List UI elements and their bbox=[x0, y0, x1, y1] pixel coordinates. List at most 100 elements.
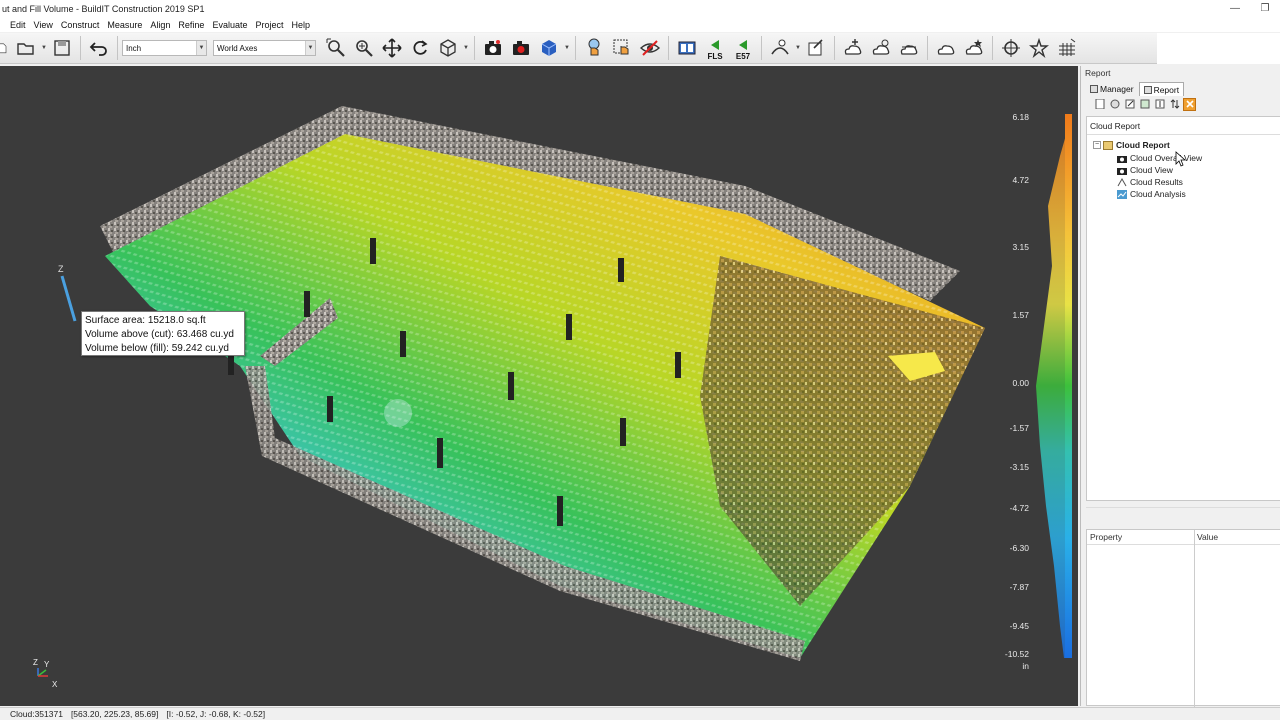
report-move-icon[interactable] bbox=[1153, 98, 1166, 111]
status-normal: [I: -0.52, J: -0.68, K: -0.52] bbox=[166, 709, 266, 719]
grid-tool-icon[interactable] bbox=[1053, 35, 1081, 61]
restore-button[interactable]: ❐ bbox=[1250, 0, 1280, 17]
legend-label: -6.30 bbox=[1009, 543, 1029, 553]
legend-label: 1.57 bbox=[1012, 310, 1029, 320]
menu-align[interactable]: Align bbox=[146, 20, 174, 30]
analysis-icon bbox=[1117, 189, 1127, 199]
menu-refine[interactable]: Refine bbox=[174, 20, 208, 30]
tree-item-cloud-view[interactable]: Cloud View bbox=[1117, 164, 1173, 176]
column-divider[interactable] bbox=[1194, 530, 1195, 707]
select-hand-icon[interactable] bbox=[580, 35, 608, 61]
open-folder-icon[interactable] bbox=[12, 35, 40, 61]
property-grid: Property Value bbox=[1086, 529, 1280, 707]
measure-dropdown-icon[interactable]: ▼ bbox=[794, 35, 802, 61]
report-settings-icon[interactable] bbox=[1108, 98, 1121, 111]
minimize-button[interactable]: — bbox=[1220, 0, 1250, 17]
cloud-filter-icon[interactable] bbox=[895, 35, 923, 61]
menu-measure[interactable]: Measure bbox=[103, 20, 146, 30]
menu-construct[interactable]: Construct bbox=[57, 20, 104, 30]
report-sort-icon[interactable] bbox=[1168, 98, 1181, 111]
legend-unit: in bbox=[1022, 661, 1029, 671]
legend-label: -4.72 bbox=[1009, 503, 1029, 513]
value-column-header[interactable]: Value bbox=[1194, 530, 1218, 544]
tree-item-label: Cloud View bbox=[1130, 165, 1173, 175]
mouse-cursor-icon bbox=[1175, 151, 1187, 167]
report-add-icon[interactable] bbox=[1138, 98, 1151, 111]
cloud-add-icon[interactable] bbox=[839, 35, 867, 61]
tree-item-label: Cloud Overall View bbox=[1130, 153, 1203, 163]
cloud-star-icon[interactable] bbox=[960, 35, 988, 61]
camera-icon bbox=[1117, 154, 1127, 163]
tree-root-label: Cloud Report bbox=[1116, 140, 1170, 150]
render-mode-icon[interactable] bbox=[535, 35, 563, 61]
import-fls-icon[interactable]: FLS bbox=[701, 35, 729, 61]
chevron-down-icon[interactable]: ▼ bbox=[305, 41, 315, 55]
import-e57-icon[interactable]: E57 bbox=[729, 35, 757, 61]
tab-report[interactable]: Report bbox=[1138, 82, 1185, 96]
volume-tooltip: Surface area: 15218.0 sq.ft Volume above… bbox=[81, 311, 245, 356]
cloud-settings-icon[interactable] bbox=[867, 35, 895, 61]
menu-evaluate[interactable]: Evaluate bbox=[208, 20, 251, 30]
save-icon[interactable] bbox=[48, 35, 76, 61]
folder-icon bbox=[1103, 140, 1113, 150]
new-report-icon[interactable] bbox=[1093, 98, 1106, 111]
import-cloud-icon[interactable] bbox=[673, 35, 701, 61]
tab-manager[interactable]: Manager bbox=[1085, 82, 1139, 96]
fit-star-icon[interactable] bbox=[1025, 35, 1053, 61]
property-column-header[interactable]: Property bbox=[1087, 530, 1194, 544]
view-cube-icon[interactable] bbox=[434, 35, 462, 61]
view-dropdown-icon[interactable]: ▼ bbox=[462, 35, 470, 61]
collapse-icon[interactable]: − bbox=[1093, 141, 1101, 149]
toolbar-empty-area bbox=[1157, 33, 1280, 64]
measure-tool-icon[interactable] bbox=[766, 35, 794, 61]
select-box-icon[interactable] bbox=[608, 35, 636, 61]
zoom-window-icon[interactable] bbox=[350, 35, 378, 61]
cloud-surface-icon[interactable] bbox=[932, 35, 960, 61]
tree-item-overall-view[interactable]: Cloud Overall View bbox=[1117, 152, 1202, 164]
toolbar-separator bbox=[927, 36, 928, 60]
property-grid-header: Property Value bbox=[1087, 530, 1280, 545]
panel-splitter[interactable] bbox=[1086, 507, 1280, 515]
toolbar-separator bbox=[668, 36, 669, 60]
fit-shape-icon[interactable] bbox=[997, 35, 1025, 61]
toolbar-separator bbox=[992, 36, 993, 60]
camera-icon[interactable] bbox=[479, 35, 507, 61]
report-tree: Cloud Report − Cloud Report Cloud Overal… bbox=[1086, 116, 1280, 501]
results-icon bbox=[1117, 177, 1127, 187]
main-toolbar: ▼ Inch ▼ World Axes ▼ ▼ ▼ FLS E57 ▼ bbox=[0, 33, 1157, 64]
section-tool-icon[interactable] bbox=[802, 35, 830, 61]
camera-icon bbox=[1117, 166, 1127, 175]
report-run-icon[interactable] bbox=[1183, 97, 1196, 111]
tree-item-results[interactable]: Cloud Results bbox=[1117, 176, 1183, 188]
panel-tabs: Manager Report bbox=[1081, 80, 1280, 96]
new-file-icon[interactable] bbox=[0, 35, 12, 61]
menu-project[interactable]: Project bbox=[251, 20, 287, 30]
chevron-down-icon[interactable]: ▼ bbox=[196, 41, 206, 55]
render-dropdown-icon[interactable]: ▼ bbox=[563, 35, 571, 61]
report-icon bbox=[1143, 85, 1152, 94]
legend-label: -9.45 bbox=[1009, 621, 1029, 631]
tree-item-analysis[interactable]: Cloud Analysis bbox=[1117, 188, 1186, 200]
camera-record-icon[interactable] bbox=[507, 35, 535, 61]
report-toolbar bbox=[1081, 96, 1280, 112]
report-edit-icon[interactable] bbox=[1123, 98, 1136, 111]
tree-item-label: Cloud Analysis bbox=[1130, 189, 1186, 199]
toolbar-separator bbox=[575, 36, 576, 60]
toolbar-separator bbox=[834, 36, 835, 60]
point-cloud-scene[interactable] bbox=[0, 66, 1078, 706]
units-combo[interactable]: Inch ▼ bbox=[122, 40, 207, 56]
axes-value: World Axes bbox=[217, 43, 258, 53]
hide-eye-icon[interactable] bbox=[636, 35, 664, 61]
rotate-icon[interactable] bbox=[406, 35, 434, 61]
3d-viewport[interactable]: 6.18 4.72 3.15 1.57 0.00 -1.57 -3.15 -4.… bbox=[0, 66, 1078, 706]
open-dropdown-icon[interactable]: ▼ bbox=[40, 35, 48, 61]
menu-help[interactable]: Help bbox=[287, 20, 314, 30]
menu-view[interactable]: View bbox=[30, 20, 57, 30]
zoom-extents-icon[interactable] bbox=[322, 35, 350, 61]
pan-icon[interactable] bbox=[378, 35, 406, 61]
axes-combo[interactable]: World Axes ▼ bbox=[213, 40, 316, 56]
panel-header: Report bbox=[1081, 66, 1280, 80]
menu-edit[interactable]: Edit bbox=[6, 20, 30, 30]
undo-icon[interactable] bbox=[85, 35, 113, 61]
tree-root[interactable]: Cloud Report bbox=[1103, 139, 1170, 151]
